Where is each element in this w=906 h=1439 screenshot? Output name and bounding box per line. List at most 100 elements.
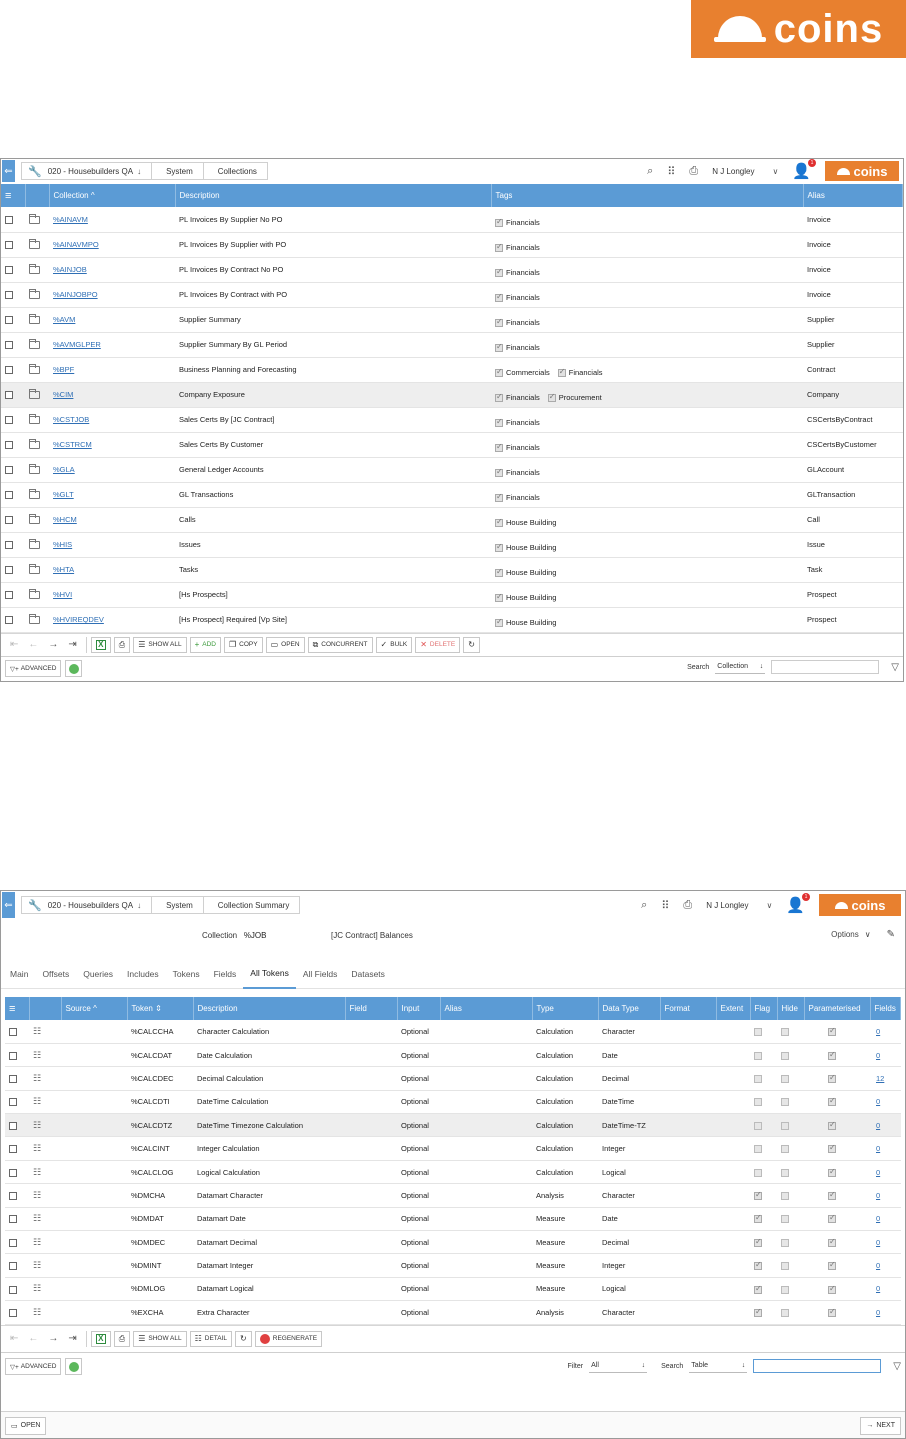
tag-checkbox[interactable] <box>495 342 503 352</box>
hide-checkbox[interactable] <box>781 1074 789 1083</box>
tag-checkbox[interactable] <box>495 467 503 477</box>
first-page-icon[interactable]: ⇤ <box>10 1333 18 1344</box>
col-source[interactable]: Source ^ <box>61 997 128 1020</box>
folder-icon[interactable] <box>29 464 40 474</box>
hide-checkbox[interactable] <box>781 1027 789 1036</box>
show-all-button[interactable]: ☰ SHOW ALL <box>133 1330 187 1347</box>
hide-checkbox[interactable] <box>781 1145 789 1154</box>
crumb-system[interactable]: System <box>152 162 204 180</box>
table-row[interactable]: %HTA Tasks House Building Task <box>1 557 903 583</box>
col-parameterised[interactable]: Parameterised <box>804 997 871 1020</box>
back-arrow-icon[interactable]: ⇐ <box>2 160 15 182</box>
collection-link[interactable]: %BPF <box>53 365 74 374</box>
detail-icon[interactable]: ☷ <box>33 1073 41 1083</box>
folder-icon[interactable] <box>29 589 40 599</box>
col-description[interactable]: Description <box>175 184 492 207</box>
search-input[interactable] <box>753 1359 882 1373</box>
row-checkbox[interactable] <box>9 1215 17 1224</box>
flag-checkbox[interactable] <box>754 1190 762 1200</box>
regenerate-button[interactable]: REGENERATE <box>254 1330 323 1347</box>
col-data-type[interactable]: Data Type <box>598 997 661 1020</box>
flag-checkbox[interactable] <box>754 1051 762 1060</box>
filter-icon[interactable]: ▽ <box>891 662 899 673</box>
row-checkbox[interactable] <box>9 1027 17 1036</box>
flag-checkbox[interactable] <box>754 1213 762 1224</box>
tag-checkbox[interactable] <box>495 517 503 527</box>
row-checkbox[interactable] <box>9 1308 17 1317</box>
row-checkbox[interactable] <box>5 316 13 324</box>
detail-icon[interactable]: ☷ <box>33 1050 41 1060</box>
tag-checkbox[interactable] <box>557 367 566 377</box>
folder-icon[interactable] <box>29 239 40 249</box>
open-button[interactable]: ▭ OPEN <box>265 636 305 653</box>
chevron-down-icon[interactable]: ∨ <box>772 167 778 176</box>
collection-link[interactable]: %HIS <box>53 540 72 549</box>
table-row[interactable]: ☷ %CALCDEC Decimal Calculation Optional Calc… <box>5 1066 901 1091</box>
col-fields[interactable]: Fields <box>870 997 901 1020</box>
copy-button[interactable]: ❐ COPY <box>224 636 263 653</box>
table-row[interactable]: %AVMGLPER Supplier Summary By GL Period Fi… <box>1 332 903 358</box>
table-row[interactable]: %HVI [Hs Prospects] House Building Prospect <box>1 582 903 608</box>
table-row[interactable]: ☷ %DMDATDatamart Date Optional MeasureDate 0 <box>5 1207 901 1232</box>
excel-export-button[interactable]: X <box>90 1330 111 1347</box>
print-icon[interactable]: ⎙ <box>683 899 692 912</box>
collection-link[interactable]: %GLA <box>53 465 75 474</box>
collection-link[interactable]: %AVMGLPER <box>53 340 101 349</box>
filter-icon[interactable]: ▽ <box>893 1361 901 1372</box>
print-button[interactable]: ⎙ <box>113 1330 131 1347</box>
tag-checkbox[interactable] <box>495 267 503 277</box>
parameterised-checkbox[interactable] <box>828 1237 836 1247</box>
row-checkbox[interactable] <box>5 441 13 449</box>
table-row[interactable]: ☷ %CALCDAT Date Calculation Optional Calcula… <box>5 1043 901 1068</box>
tag-checkbox[interactable] <box>495 617 503 627</box>
row-checkbox[interactable] <box>5 416 13 424</box>
fields-count-link[interactable]: 12 <box>876 1074 884 1083</box>
col-format[interactable]: Format <box>660 997 717 1020</box>
next-button[interactable]: → NEXT <box>860 1416 901 1435</box>
detail-button[interactable]: ☷ DETAIL <box>189 1330 233 1347</box>
collection-link[interactable]: %HVIREQDEV <box>53 615 104 624</box>
chevron-down-icon[interactable]: ∨ <box>766 901 772 910</box>
tab-main[interactable]: Main <box>3 959 35 989</box>
apply-button[interactable] <box>65 660 83 677</box>
table-row[interactable]: %AINAVMPO PL Invoices By Supplier with PO… <box>1 232 903 258</box>
tab-offsets[interactable]: Offsets <box>35 959 76 989</box>
row-checkbox[interactable] <box>5 366 13 374</box>
detail-icon[interactable]: ☷ <box>33 1237 41 1247</box>
search-icon[interactable]: ⌕ <box>647 165 653 178</box>
flag-checkbox[interactable] <box>754 1237 762 1247</box>
parameterised-checkbox[interactable] <box>828 1026 836 1036</box>
folder-icon[interactable] <box>29 389 40 399</box>
parameterised-checkbox[interactable] <box>828 1307 836 1317</box>
row-checkbox[interactable] <box>5 541 13 549</box>
row-checkbox[interactable] <box>9 1098 17 1107</box>
bulk-button[interactable]: ✓ BULK <box>375 636 413 653</box>
hide-checkbox[interactable] <box>781 1168 789 1177</box>
tag-checkbox[interactable] <box>495 492 503 502</box>
flag-checkbox[interactable] <box>754 1260 762 1271</box>
parameterised-checkbox[interactable] <box>828 1073 836 1083</box>
detail-icon[interactable]: ☷ <box>33 1213 41 1223</box>
detail-icon[interactable]: ☷ <box>33 1096 41 1106</box>
table-row[interactable]: ☷ %CALCDTI DateTime Calculation Optional Cal… <box>5 1090 901 1115</box>
collection-link[interactable]: %HVI <box>53 590 72 599</box>
row-checkbox[interactable] <box>5 591 13 599</box>
search-field-select[interactable]: Table ↓ <box>689 1359 748 1373</box>
row-checkbox[interactable] <box>9 1121 17 1130</box>
prev-page-icon[interactable]: ← <box>28 639 38 650</box>
folder-icon[interactable] <box>29 213 40 224</box>
search-field-select[interactable]: Collection ↓ <box>715 660 766 674</box>
print-icon[interactable]: ⎙ <box>689 165 698 178</box>
fields-count-link[interactable]: 0 <box>876 1121 880 1130</box>
row-checkbox[interactable] <box>5 341 13 349</box>
collection-link[interactable]: %AINAVMPO <box>53 240 99 249</box>
hide-checkbox[interactable] <box>781 1308 789 1317</box>
row-checkbox[interactable] <box>5 391 13 399</box>
collection-link[interactable]: %AVM <box>53 315 75 324</box>
tag-checkbox[interactable] <box>495 367 503 377</box>
hide-checkbox[interactable] <box>781 1191 789 1200</box>
user-name[interactable]: N J Longley <box>712 167 754 176</box>
hide-checkbox[interactable] <box>781 1262 789 1271</box>
row-checkbox[interactable] <box>9 1051 17 1060</box>
crumb-collections[interactable]: Collections <box>203 162 268 180</box>
